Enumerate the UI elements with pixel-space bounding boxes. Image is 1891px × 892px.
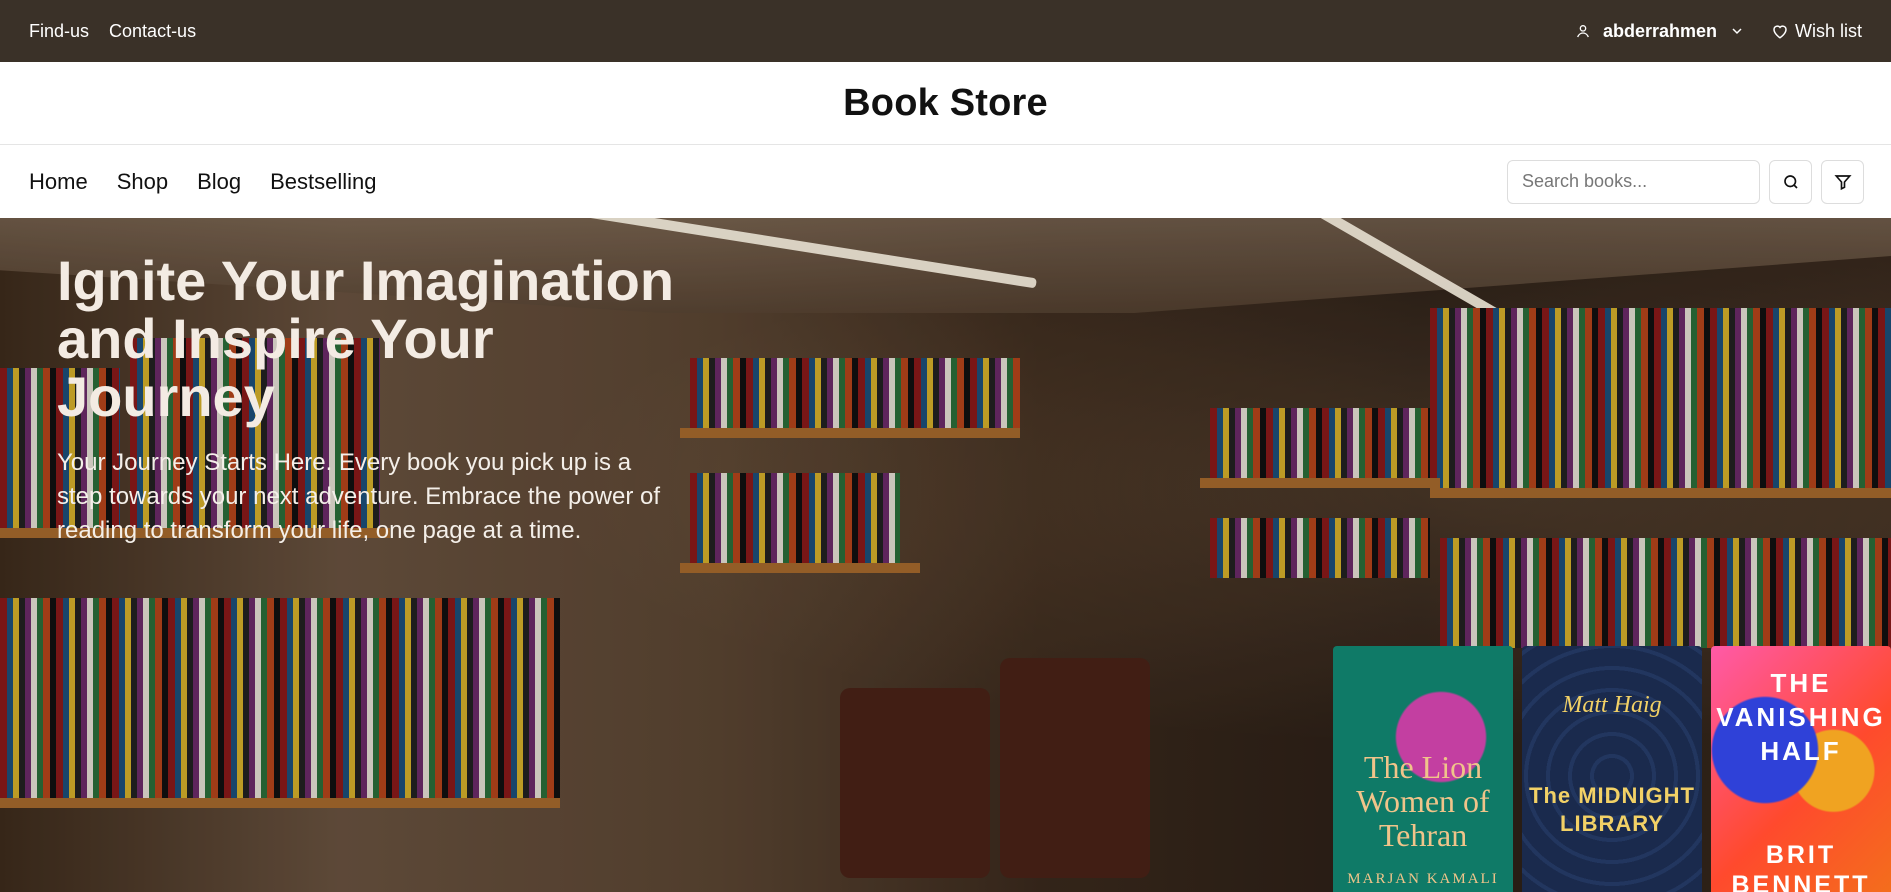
find-us-link[interactable]: Find-us: [29, 21, 89, 42]
nav-blog[interactable]: Blog: [197, 169, 241, 195]
hero-heading: Ignite Your Imagination and Inspire Your…: [57, 249, 675, 428]
book-cover[interactable]: The Lion Women of Tehran MARJAN KAMALI: [1333, 646, 1513, 892]
search-input[interactable]: [1507, 159, 1760, 204]
book-author: BRIT BENNETT: [1731, 841, 1871, 892]
user-icon: [1575, 23, 1591, 39]
book-cover[interactable]: THE VANISHING HALF BRIT BENNETT: [1711, 646, 1891, 892]
nav-home[interactable]: Home: [29, 169, 88, 195]
nav-shop[interactable]: Shop: [117, 169, 168, 195]
top-actions: abderrahmen Wish list: [1575, 21, 1862, 42]
search-icon: [1782, 173, 1800, 191]
heart-icon: [1771, 22, 1789, 40]
site-title[interactable]: Book Store: [843, 82, 1048, 125]
book-author: MARJAN KAMALI: [1347, 871, 1499, 887]
contact-us-link[interactable]: Contact-us: [109, 21, 196, 42]
search-tools: [1507, 159, 1864, 204]
filter-button[interactable]: [1821, 159, 1864, 204]
chevron-down-icon: [1729, 23, 1745, 39]
top-bar: Find-us Contact-us abderrahmen Wish list: [0, 0, 1891, 62]
hero-banner: Ignite Your Imagination and Inspire Your…: [0, 218, 1891, 892]
hero-text: Ignite Your Imagination and Inspire Your…: [57, 252, 677, 548]
user-menu[interactable]: abderrahmen: [1575, 21, 1745, 42]
book-author: Matt Haig: [1562, 692, 1662, 718]
filter-icon: [1833, 173, 1852, 191]
search-button[interactable]: [1769, 159, 1812, 204]
nav-bestselling[interactable]: Bestselling: [270, 169, 376, 195]
main-nav: Home Shop Blog Bestselling: [0, 145, 1891, 218]
book-cover[interactable]: Matt Haig The MIDNIGHT LIBRARY: [1522, 646, 1702, 892]
nav-links: Home Shop Blog Bestselling: [29, 169, 377, 195]
hero-subtext: Your Journey Starts Here. Every book you…: [57, 449, 660, 544]
username: abderrahmen: [1602, 20, 1717, 41]
featured-books: The Lion Women of Tehran MARJAN KAMALI M…: [1333, 646, 1891, 892]
book-title: The Lion Women of Tehran: [1356, 749, 1490, 853]
wishlist-label: Wish list: [1795, 20, 1862, 41]
brand-bar: Book Store: [0, 62, 1891, 145]
book-title: THE VANISHING HALF: [1716, 668, 1886, 766]
book-title: The MIDNIGHT LIBRARY: [1529, 783, 1695, 836]
wishlist-button[interactable]: Wish list: [1771, 21, 1862, 42]
top-links: Find-us Contact-us: [29, 21, 196, 42]
